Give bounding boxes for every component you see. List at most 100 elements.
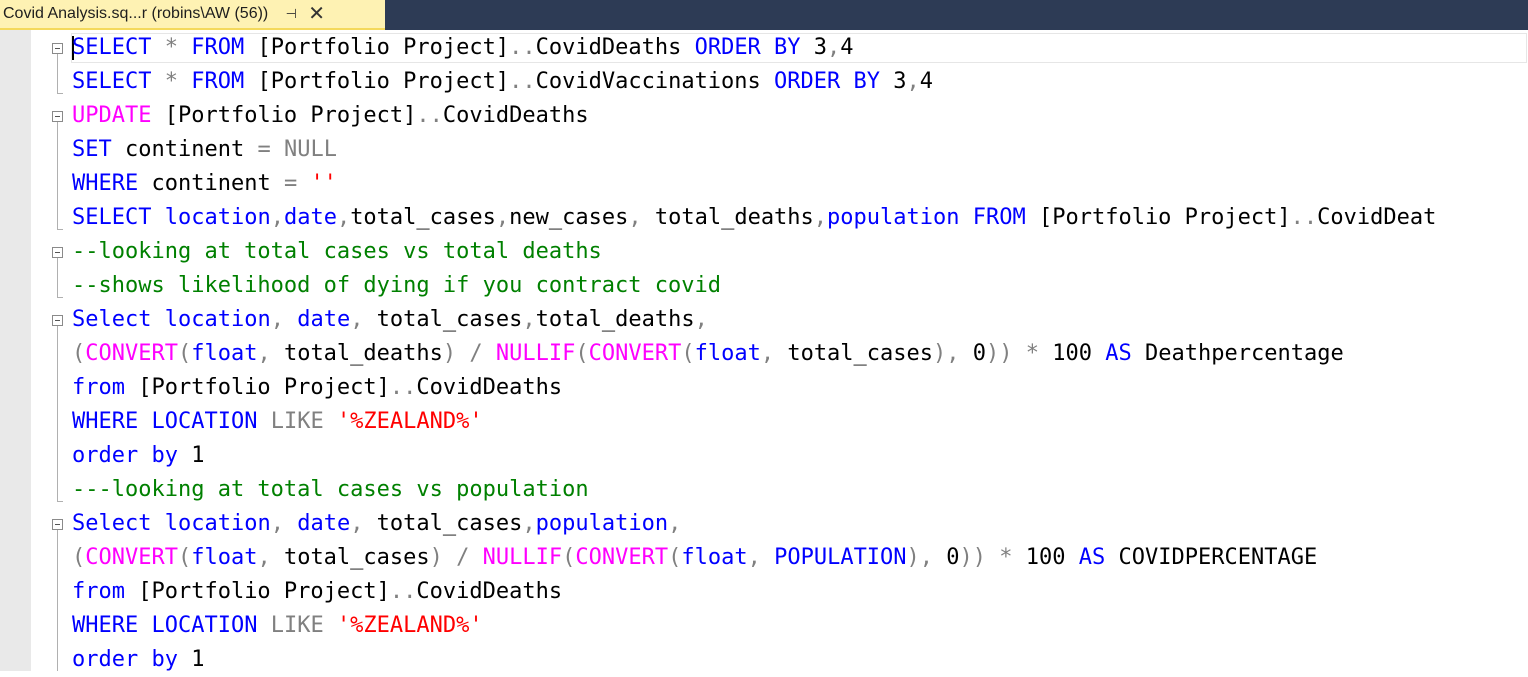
operator-token: NULL	[283, 137, 337, 162]
document-tab[interactable]: Covid Analysis.sq...r (robins\AW (56)) ⊣…	[0, 0, 385, 30]
code-line[interactable]: SET continent = NULL	[72, 133, 337, 167]
text-token: [Portfolio Project]	[124, 375, 390, 400]
outline-end-tick	[57, 93, 63, 94]
outline-guide	[57, 258, 58, 297]
operator-token: (	[177, 341, 192, 366]
code-line[interactable]: Select location, date, total_cases,popul…	[72, 507, 681, 541]
string-token: ''	[310, 171, 337, 196]
operator-token: (	[72, 341, 86, 366]
code-line[interactable]: ---looking at total cases vs population	[72, 473, 589, 507]
operator-token: ),	[933, 341, 960, 366]
operator-token: ,	[747, 545, 761, 570]
code-line[interactable]: WHERE continent = ''	[72, 167, 337, 201]
collapse-region-icon[interactable]	[52, 247, 63, 258]
operator-token: ,	[336, 205, 351, 230]
keyword-token: float	[681, 545, 748, 570]
code-line[interactable]: SELECT * FROM [Portfolio Project]..Covid…	[72, 65, 933, 99]
text-token: 4	[840, 35, 854, 60]
keyword-token: SELECT	[72, 205, 152, 230]
keyword-token: LOCATION	[151, 613, 258, 638]
text-token: 100	[1039, 341, 1106, 366]
code-line[interactable]: WHERE LOCATION LIKE '%ZEALAND%'	[72, 609, 483, 643]
text-token: 3	[800, 35, 828, 60]
function-token: NULLIF	[495, 341, 576, 366]
code-line[interactable]: WHERE LOCATION LIKE '%ZEALAND%'	[72, 405, 483, 439]
text-token: Deathpercentage	[1131, 341, 1344, 366]
code-line[interactable]: order by 1	[72, 643, 204, 677]
operator-token: ..	[389, 375, 417, 400]
keyword-token: POPULATION	[774, 545, 907, 570]
text-token: continent	[111, 137, 258, 162]
operator-token: )	[429, 545, 443, 570]
code-line[interactable]: --shows likelihood of dying if you contr…	[72, 269, 721, 303]
operator-token: ,	[270, 511, 284, 536]
collapse-region-icon[interactable]	[52, 315, 63, 326]
operator-token: ,	[827, 35, 841, 60]
text-token: [Portfolio Project]	[151, 103, 417, 128]
code-editor[interactable]: SELECT * FROM [Portfolio Project]..Covid…	[31, 30, 1528, 672]
keyword-token: ORDER BY	[774, 69, 881, 94]
function-token: CONVERT	[85, 341, 178, 366]
outline-end-tick	[57, 297, 63, 298]
pin-icon[interactable]: ⊣	[284, 6, 298, 22]
operator-token: (	[681, 341, 695, 366]
operator-token: ,	[813, 205, 828, 230]
text-token: [Portfolio Project]	[244, 69, 510, 94]
operator-token: ,	[257, 341, 271, 366]
keyword-token: AS	[1078, 545, 1106, 570]
operator-token: ),	[906, 545, 934, 570]
collapse-region-icon[interactable]	[52, 111, 63, 122]
code-line[interactable]: (CONVERT(float, total_deaths) / NULLIF(C…	[72, 337, 1344, 371]
close-icon[interactable]: ✕	[308, 4, 325, 24]
text-token: total_deaths	[641, 205, 814, 230]
operator-token: *	[164, 69, 178, 94]
text-token: total_cases	[774, 341, 934, 366]
text-token: 3	[880, 69, 907, 94]
operator-token: ,	[257, 545, 271, 570]
text-token: COVIDPERCENTAGE	[1105, 545, 1318, 570]
operator-token: ,	[628, 205, 642, 230]
collapse-region-icon[interactable]	[52, 519, 63, 530]
operator-token: ..	[509, 69, 536, 94]
operator-token: *	[1025, 341, 1040, 366]
operator-token: /	[469, 341, 483, 366]
text-token: 100	[1012, 545, 1079, 570]
code-line[interactable]: from [Portfolio Project]..CovidDeaths	[72, 575, 562, 609]
function-token: NULLIF	[482, 545, 563, 570]
collapse-region-icon[interactable]	[52, 43, 63, 54]
code-line[interactable]: SELECT location,date,total_cases,new_cas…	[72, 201, 1436, 235]
code-line[interactable]: Select location, date, total_cases,total…	[72, 303, 708, 337]
operator-token: ..	[1290, 205, 1318, 230]
code-line[interactable]: (CONVERT(float, total_cases) / NULLIF(CO…	[72, 541, 1317, 575]
text-token: total_cases	[270, 545, 430, 570]
keyword-token: order by	[72, 443, 178, 468]
keyword-token: population	[535, 511, 669, 536]
code-line[interactable]: from [Portfolio Project]..CovidDeaths	[72, 371, 562, 405]
keyword-token: WHERE	[72, 409, 139, 434]
code-line[interactable]: SELECT * FROM [Portfolio Project]..Covid…	[72, 31, 854, 65]
text-token: total_deaths	[270, 341, 443, 366]
operator-token: *	[999, 545, 1013, 570]
code-line[interactable]: --looking at total cases vs total deaths	[72, 235, 602, 269]
document-tab-bar: Covid Analysis.sq...r (robins\AW (56)) ⊣…	[0, 0, 1528, 30]
keyword-token: Select	[72, 307, 152, 332]
keyword-token: order by	[72, 647, 178, 672]
keyword-token: LOCATION	[151, 409, 258, 434]
operator-token: ,	[350, 307, 364, 332]
editor-gutter	[0, 30, 31, 671]
keyword-token: ORDER BY	[694, 35, 801, 60]
text-token: [Portfolio Project]	[124, 579, 390, 604]
keyword-token: WHERE	[72, 171, 139, 196]
operator-token: ..	[509, 35, 536, 60]
code-line[interactable]: UPDATE [Portfolio Project]..CovidDeaths	[72, 99, 589, 133]
code-line[interactable]: order by 1	[72, 439, 204, 473]
operator-token: ,	[350, 511, 364, 536]
